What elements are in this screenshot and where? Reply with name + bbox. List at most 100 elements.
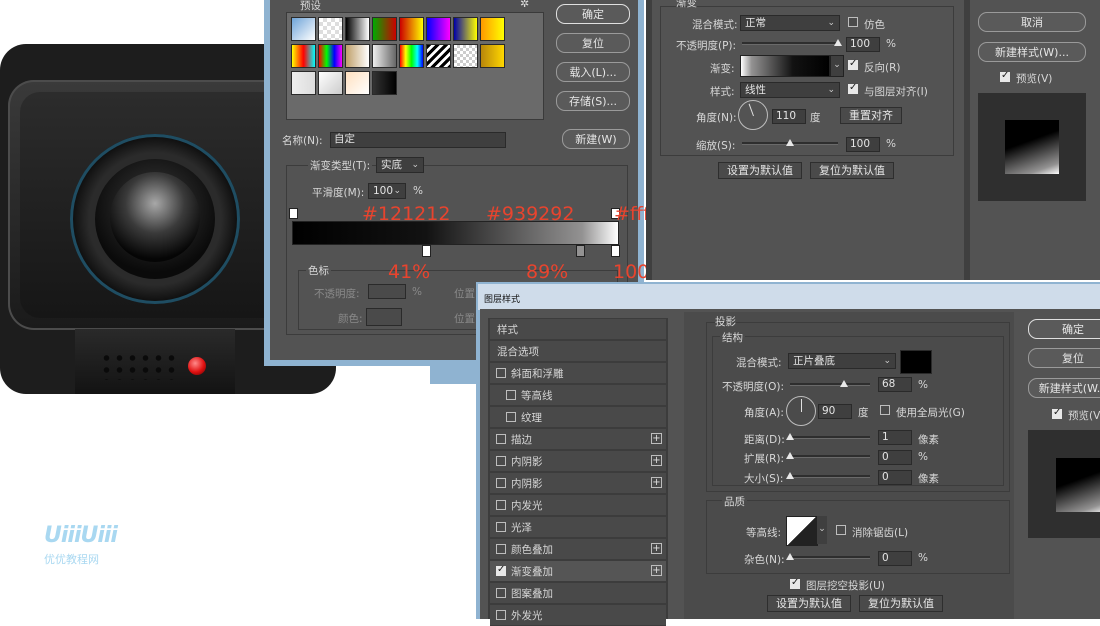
layer-style-item[interactable]: 渐变叠加 + [490,561,666,582]
gradient-preset-swatch[interactable] [480,44,505,68]
layer-style-item[interactable]: 内发光 [490,495,666,516]
layer-style-checkbox[interactable] [506,412,516,422]
save-button[interactable]: 存储(S)... [556,91,630,111]
gradient-preset-swatch[interactable] [318,44,343,68]
layer-style-item[interactable]: 混合选项 [490,341,666,362]
ls-contour-preview[interactable] [786,516,818,546]
ls-opacity-thumb[interactable] [840,380,849,387]
layer-style-item[interactable]: 描边 + [490,429,666,450]
go-reverse-checkbox[interactable] [848,58,858,70]
gradient-preset-swatch[interactable] [453,44,478,68]
gradient-preset-swatch[interactable] [291,44,316,68]
ls-ok-button[interactable]: 确定 [1028,319,1100,339]
add-icon[interactable]: + [651,433,662,444]
gradient-type-select[interactable]: 实底 ⌄ [376,157,424,173]
reset-button[interactable]: 复位 [556,33,630,53]
gradient-preset-swatch[interactable] [453,17,478,41]
ls-global-light-checkbox[interactable] [880,405,890,415]
ls-size-slider[interactable] [790,475,870,478]
ls-spread-thumb[interactable] [786,452,794,459]
go-gradient-preview[interactable] [740,55,830,77]
gradient-preset-swatch[interactable] [480,17,505,41]
gradient-preset-swatch[interactable] [318,17,343,41]
gradient-preset-swatch[interactable] [318,71,343,95]
color-stop-100[interactable] [611,245,620,257]
smoothness-field[interactable]: 100 ⌄ [368,183,406,199]
layer-style-item[interactable]: 纹理 [490,407,666,428]
opacity-stop-left[interactable] [289,208,298,219]
go-new-style-button[interactable]: 新建样式(W)... [978,42,1086,62]
gradient-preset-swatch[interactable] [372,44,397,68]
layer-style-item[interactable]: 光泽 [490,517,666,538]
new-gradient-button[interactable]: 新建(W) [562,129,630,149]
layer-style-item[interactable]: 外发光 [490,605,666,626]
gradient-preset-swatch[interactable] [345,44,370,68]
go-opacity-thumb[interactable] [834,39,842,46]
add-icon[interactable]: + [651,565,662,576]
go-scale-field[interactable]: 100 [846,137,880,152]
go-reset-align-button[interactable]: 重置对齐 [840,107,902,124]
ls-antialias-checkbox[interactable] [836,525,846,535]
go-angle-field[interactable]: 110 [772,109,806,124]
color-stop-41[interactable] [422,245,431,257]
layer-style-checkbox[interactable] [496,456,506,466]
go-scale-thumb[interactable] [786,139,794,146]
ls-angle-dial[interactable] [786,396,816,426]
go-opacity-field[interactable]: 100 [846,37,880,52]
ls-reset-button[interactable]: 复位 [1028,348,1100,368]
ls-opacity-slider[interactable] [790,383,870,386]
ls-noise-slider[interactable] [790,556,870,559]
layer-style-checkbox[interactable] [496,478,506,488]
ls-spread-field[interactable]: 0 [878,450,912,465]
name-field[interactable]: 自定 [330,132,506,148]
color-stop-89[interactable] [576,245,585,257]
gradient-preset-swatch[interactable] [345,17,370,41]
layer-style-checkbox[interactable] [496,368,506,378]
go-opacity-slider[interactable] [742,42,838,45]
go-set-default-button[interactable]: 设置为默认值 [718,162,802,179]
gear-icon[interactable]: ✲ [520,0,529,10]
layer-style-checkbox[interactable] [496,522,506,532]
ok-button[interactable]: 确定 [556,4,630,24]
layer-style-item[interactable]: 图案叠加 [490,583,666,604]
load-button[interactable]: 载入(L)... [556,62,630,82]
add-icon[interactable]: + [651,543,662,554]
ls-new-style-button[interactable]: 新建样式(W... [1028,378,1100,398]
ls-noise-thumb[interactable] [786,553,794,560]
layer-style-checkbox[interactable] [496,500,506,510]
ls-size-field[interactable]: 0 [878,470,912,485]
go-angle-dial[interactable] [738,100,768,130]
ls-distance-field[interactable]: 1 [878,430,912,445]
ls-set-default-button[interactable]: 设置为默认值 [767,595,851,612]
gradient-preset-swatch[interactable] [345,71,370,95]
gradient-preset-swatch[interactable] [291,17,316,41]
go-reset-default-button[interactable]: 复位为默认值 [810,162,894,179]
ls-preview-checkbox[interactable] [1052,407,1062,419]
layer-style-checkbox[interactable] [506,390,516,400]
gradient-preset-swatch[interactable] [372,17,397,41]
ls-opacity-field[interactable]: 68 [878,377,912,392]
ls-reset-default-button[interactable]: 复位为默认值 [859,595,943,612]
gradient-preset-swatch[interactable] [291,71,316,95]
gradient-preset-swatch[interactable] [426,44,451,68]
go-preview-checkbox[interactable] [1000,70,1010,82]
layer-style-item[interactable]: 内阴影 + [490,473,666,494]
ls-blend-mode-select[interactable]: 正片叠底 ⌄ [788,353,896,369]
ls-angle-field[interactable]: 90 [818,404,852,419]
ls-distance-slider[interactable] [790,436,870,439]
layer-style-checkbox[interactable] [496,434,506,444]
ls-shadow-color-swatch[interactable] [900,350,932,374]
chevron-down-icon[interactable]: ⌄ [830,55,844,77]
go-style-select[interactable]: 线性 ⌄ [740,82,840,98]
layer-style-item[interactable]: 内阴影 + [490,451,666,472]
ls-spread-slider[interactable] [790,455,870,458]
layer-style-checkbox[interactable] [496,564,506,576]
layer-style-item[interactable]: 样式 [490,319,666,340]
gradient-preset-swatch[interactable] [399,44,424,68]
add-icon[interactable]: + [651,477,662,488]
add-icon[interactable]: + [651,455,662,466]
go-blend-mode-select[interactable]: 正常 ⌄ [740,15,840,31]
gradient-preset-swatch[interactable] [426,17,451,41]
layer-style-item[interactable]: 等高线 [490,385,666,406]
gradient-preset-swatch[interactable] [399,17,424,41]
